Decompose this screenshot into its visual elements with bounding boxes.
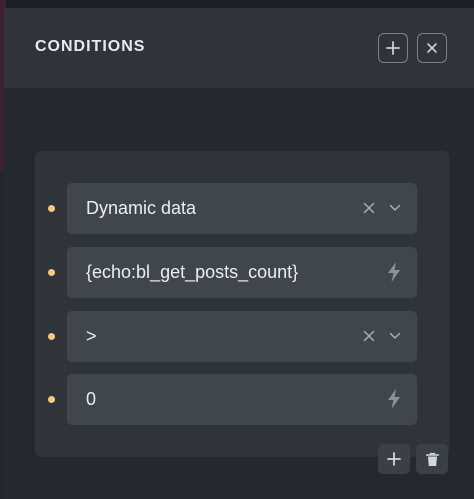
bullet-dot bbox=[48, 396, 55, 403]
panel-title: CONDITIONS bbox=[35, 38, 146, 55]
compare-select[interactable]: > bbox=[67, 311, 417, 362]
condition-row-key-argument: {echo:bl_get_posts_count} bbox=[35, 247, 449, 298]
condition-row-compare: > bbox=[35, 311, 449, 362]
key-argument-input[interactable]: {echo:bl_get_posts_count} bbox=[67, 247, 417, 298]
condition-card: Dynamic data {echo:bl_get_posts_count} >… bbox=[35, 151, 449, 457]
close-icon bbox=[427, 43, 437, 53]
top-band bbox=[0, 0, 474, 8]
key-select[interactable]: Dynamic data bbox=[67, 183, 417, 234]
bullet-dot bbox=[48, 269, 55, 276]
value-input[interactable]: 0 bbox=[67, 374, 417, 425]
bullet-dot bbox=[48, 333, 55, 340]
condition-row-key: Dynamic data bbox=[35, 183, 449, 234]
plus-icon bbox=[386, 41, 400, 55]
condition-row-value: 0 bbox=[35, 374, 449, 425]
plus-icon bbox=[387, 452, 401, 466]
chevron-down-icon[interactable] bbox=[385, 198, 405, 218]
close-panel-button[interactable] bbox=[417, 33, 447, 63]
app-stage: CONDITIONS Dynamic data {echo:bl_get_pos… bbox=[0, 0, 474, 499]
delete-condition-button[interactable] bbox=[416, 444, 448, 474]
key-select-value: Dynamic data bbox=[86, 198, 197, 218]
trash-icon bbox=[425, 452, 439, 466]
clear-icon[interactable] bbox=[359, 326, 379, 346]
bolt-icon[interactable] bbox=[383, 387, 405, 411]
bullet-dot bbox=[48, 205, 55, 212]
add-condition-group-button[interactable] bbox=[378, 33, 408, 63]
compare-select-value: > bbox=[86, 326, 97, 346]
key-argument-value: {echo:bl_get_posts_count} bbox=[86, 262, 299, 282]
value-input-value: 0 bbox=[86, 389, 97, 409]
bolt-icon[interactable] bbox=[383, 260, 405, 284]
chevron-down-icon[interactable] bbox=[385, 326, 405, 346]
add-condition-button[interactable] bbox=[378, 444, 410, 474]
clear-icon[interactable] bbox=[359, 198, 379, 218]
panel-header: CONDITIONS bbox=[4, 8, 474, 88]
conditions-panel: CONDITIONS Dynamic data {echo:bl_get_pos… bbox=[4, 8, 474, 499]
